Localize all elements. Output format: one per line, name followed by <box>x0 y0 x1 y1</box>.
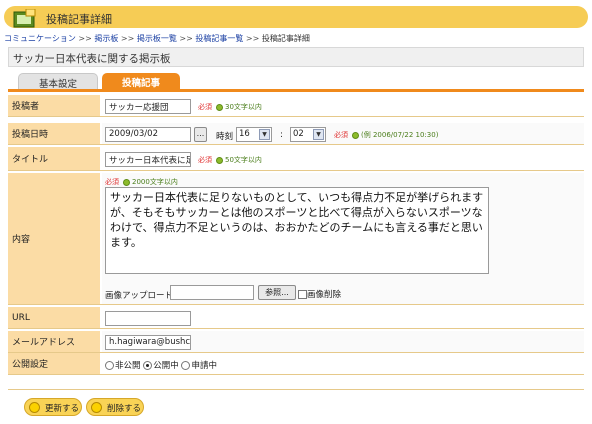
radio-public[interactable] <box>143 361 153 370</box>
breadcrumb-separator: >> <box>78 34 92 43</box>
url-label: URL <box>8 307 100 328</box>
breadcrumb-separator: >> <box>120 34 135 43</box>
form-bottom-border <box>8 389 584 390</box>
image-upload-input[interactable] <box>170 285 254 300</box>
date-label: 投稿日時 <box>8 123 100 144</box>
tab-basic-settings[interactable]: 基本設定 <box>18 73 98 90</box>
content-textarea[interactable]: サッカー日本代表に足りないものとして、いつも得点力不足が挙げられますが、そもそも… <box>105 187 489 274</box>
row-title: タイトル サッカー日本代表に足 必須 50文字以内 <box>8 147 584 171</box>
content-label: 内容 <box>8 173 100 304</box>
update-button[interactable]: 更新する <box>24 398 82 416</box>
hour-select[interactable]: 16 ▼ <box>236 127 272 142</box>
image-upload-label: 画像アップロード <box>105 291 174 301</box>
breadcrumb: コミュニケーション >> 掲示板 >> 掲示板一覧 >> 投稿記事一覧 >> 投… <box>4 33 310 44</box>
content-hint: 2000文字以内 <box>123 177 178 187</box>
page-title: 投稿記事詳細 <box>46 13 112 26</box>
breadcrumb-post-list[interactable]: 投稿記事一覧 <box>195 34 243 43</box>
row-email: メールアドレス h.hagiwara@bushclo <box>8 331 584 353</box>
radio-pending[interactable] <box>181 361 191 370</box>
breadcrumb-communication[interactable]: コミュニケーション <box>4 34 76 43</box>
delete-image-checkbox[interactable] <box>298 290 307 299</box>
option-private: 非公開 <box>115 361 141 371</box>
tab-post[interactable]: 投稿記事 <box>102 73 180 89</box>
breadcrumb-separator: >> <box>245 34 260 43</box>
email-label: メールアドレス <box>8 331 100 352</box>
date-hint: (例 2006/07/22 10:30) <box>352 130 438 140</box>
email-input[interactable]: h.hagiwara@bushclo <box>105 335 191 350</box>
breadcrumb-board[interactable]: 掲示板 <box>94 34 118 43</box>
url-input[interactable] <box>105 311 191 326</box>
required-mark: 必須 <box>105 178 119 186</box>
chevron-down-icon: ▼ <box>259 129 270 140</box>
tab-underline <box>8 89 584 92</box>
title-hint: 50文字以内 <box>216 155 262 165</box>
minute-value: 02 <box>293 129 304 139</box>
hint-bulb-icon <box>216 156 223 164</box>
board-title: サッカー日本代表に関する掲示板 <box>8 47 584 67</box>
circle-bullet-icon <box>91 402 102 413</box>
hint-bulb-icon <box>123 178 130 186</box>
breadcrumb-board-list[interactable]: 掲示板一覧 <box>137 34 177 43</box>
title-label: タイトル <box>8 147 100 170</box>
page-header: 投稿記事詳細 <box>4 6 588 28</box>
delete-image-option: 画像削除 <box>298 288 341 300</box>
row-visibility: 公開設定 非公開 公開中 申請中 <box>8 353 584 375</box>
minute-select[interactable]: 02 ▼ <box>290 127 326 142</box>
delete-button-label: 削除する <box>107 404 142 414</box>
row-url: URL <box>8 307 584 329</box>
option-pending: 申請中 <box>191 361 217 371</box>
time-colon: : <box>280 130 283 140</box>
circle-bullet-icon <box>29 402 40 413</box>
breadcrumb-current: 投稿記事詳細 <box>261 34 310 43</box>
visibility-label: 公開設定 <box>8 353 100 374</box>
visibility-options: 非公開 公開中 申請中 <box>105 359 217 371</box>
hour-value: 16 <box>239 129 250 139</box>
board-icon <box>13 9 36 28</box>
poster-input[interactable]: サッカー応援団 <box>105 99 191 114</box>
hint-bulb-icon <box>352 131 359 139</box>
title-input[interactable]: サッカー日本代表に足 <box>105 152 191 167</box>
delete-button[interactable]: 削除する <box>86 398 144 416</box>
delete-image-label: 画像削除 <box>307 290 342 300</box>
breadcrumb-separator: >> <box>179 34 193 43</box>
time-label: 時刻 <box>216 132 234 142</box>
row-content: 内容 必須 2000文字以内 サッカー日本代表に足りないものとして、いつも得点力… <box>8 173 584 305</box>
date-input[interactable]: 2009/03/02 <box>105 127 191 142</box>
required-mark: 必須 <box>334 131 348 139</box>
date-picker-button[interactable]: ... <box>194 127 207 142</box>
required-mark: 必須 <box>198 156 212 164</box>
row-poster: 投稿者 サッカー応援団 必須 30文字以内 <box>8 95 584 117</box>
poster-label: 投稿者 <box>8 95 100 116</box>
radio-private[interactable] <box>105 361 114 370</box>
option-public: 公開中 <box>153 361 179 371</box>
required-mark: 必須 <box>198 103 212 111</box>
browse-button[interactable]: 参照... <box>258 285 296 300</box>
row-date: 投稿日時 2009/03/02 ... 時刻 16 ▼ : 02 ▼ 必須 (例… <box>8 123 584 145</box>
chevron-down-icon: ▼ <box>313 129 324 140</box>
poster-hint: 30文字以内 <box>216 102 262 112</box>
hint-bulb-icon <box>216 103 223 111</box>
update-button-label: 更新する <box>45 404 80 414</box>
